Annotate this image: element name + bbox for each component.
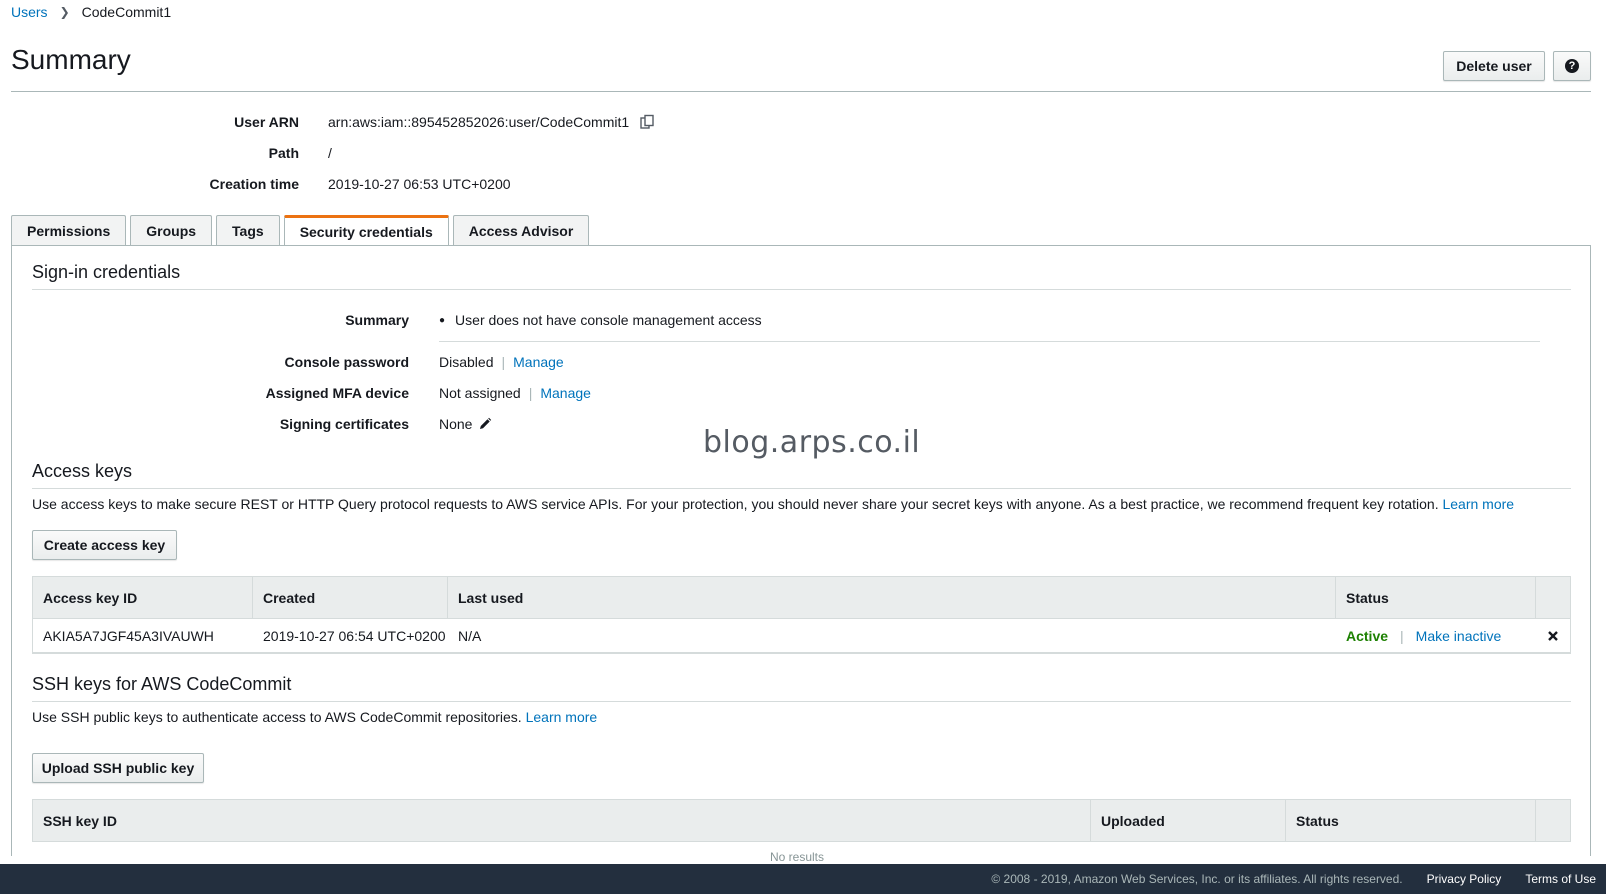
access-keys-divider bbox=[32, 488, 1571, 489]
signing-certificates-value: None bbox=[439, 416, 473, 432]
separator: | bbox=[528, 385, 533, 401]
column-header-created[interactable]: Created bbox=[253, 577, 448, 618]
created-value: 2019-10-27 06:53 UTC+0200 bbox=[328, 176, 511, 192]
title-divider bbox=[11, 91, 1591, 92]
privacy-policy-link[interactable]: Privacy Policy bbox=[1427, 872, 1502, 886]
arn-label: User ARN bbox=[234, 114, 299, 130]
upload-ssh-public-key-button[interactable]: Upload SSH public key bbox=[32, 753, 204, 783]
separator: | bbox=[1400, 627, 1404, 644]
copy-icon[interactable] bbox=[639, 114, 655, 130]
access-key-status-cell: Active | Make inactive bbox=[1336, 619, 1536, 652]
column-header-ssh-actions bbox=[1536, 800, 1570, 841]
arn-value-group: arn:aws:iam::895452852026:user/CodeCommi… bbox=[328, 114, 655, 130]
mfa-value-group: Not assigned | Manage bbox=[439, 385, 591, 401]
column-header-uploaded[interactable]: Uploaded bbox=[1091, 800, 1286, 841]
signin-section-title: Sign-in credentials bbox=[32, 262, 181, 282]
ssh-keys-table-header: SSH key ID Uploaded Status bbox=[33, 800, 1570, 842]
column-header-status[interactable]: Status bbox=[1336, 577, 1536, 618]
create-access-key-button[interactable]: Create access key bbox=[32, 530, 177, 560]
tab-permissions[interactable]: Permissions bbox=[11, 215, 127, 246]
column-header-actions bbox=[1536, 577, 1570, 618]
ssh-keys-description: Use SSH public keys to authenticate acce… bbox=[32, 709, 522, 725]
mfa-manage-link[interactable]: Manage bbox=[540, 385, 591, 401]
footer-copyright: © 2008 - 2019, Amazon Web Services, Inc.… bbox=[991, 872, 1403, 886]
access-keys-section-title: Access keys bbox=[32, 461, 133, 481]
access-keys-learn-more-link[interactable]: Learn more bbox=[1442, 496, 1514, 512]
access-key-last-used-cell: N/A bbox=[458, 627, 482, 644]
summary-value-group: ● User does not have console management … bbox=[439, 312, 762, 328]
signing-certificates-value-group: None bbox=[439, 416, 492, 432]
summary-value: User does not have console management ac… bbox=[455, 312, 762, 328]
help-icon: ? bbox=[1565, 59, 1579, 73]
ssh-keys-table: SSH key ID Uploaded Status bbox=[32, 799, 1571, 842]
arn-value: arn:aws:iam::895452852026:user/CodeCommi… bbox=[328, 114, 630, 130]
tab-bar: Permissions Groups Tags Security credent… bbox=[11, 215, 590, 246]
separator: | bbox=[501, 354, 506, 370]
help-button[interactable]: ? bbox=[1553, 51, 1591, 81]
path-label: Path bbox=[268, 145, 299, 161]
column-header-ssh-status[interactable]: Status bbox=[1286, 800, 1536, 841]
column-header-last-used[interactable]: Last used bbox=[448, 577, 1336, 618]
mfa-label: Assigned MFA device bbox=[265, 385, 409, 401]
summary-divider bbox=[439, 341, 1540, 342]
pencil-icon[interactable] bbox=[478, 417, 492, 431]
access-keys-description: Use access keys to make secure REST or H… bbox=[32, 496, 1439, 512]
watermark-text: blog.arps.co.il bbox=[703, 425, 921, 460]
footer: © 2008 - 2019, Amazon Web Services, Inc.… bbox=[0, 864, 1606, 894]
path-value: / bbox=[328, 145, 332, 161]
breadcrumb-current: CodeCommit1 bbox=[81, 4, 172, 20]
access-keys-table: Access key ID Created Last used Status A… bbox=[32, 576, 1571, 654]
status-badge: Active bbox=[1346, 627, 1389, 644]
terms-of-use-link[interactable]: Terms of Use bbox=[1525, 872, 1596, 886]
chevron-right-icon: ❯ bbox=[59, 5, 70, 19]
bullet-icon: ● bbox=[439, 314, 446, 326]
table-row: AKIA5A7JGF45A3IVAUWH 2019-10-27 06:54 UT… bbox=[33, 619, 1570, 653]
tab-tags[interactable]: Tags bbox=[216, 215, 280, 246]
access-key-created-cell: 2019-10-27 06:54 UTC+0200 bbox=[263, 627, 446, 644]
console-password-value-group: Disabled | Manage bbox=[439, 354, 564, 370]
created-label: Creation time bbox=[209, 176, 299, 192]
summary-label: Summary bbox=[345, 312, 409, 328]
signin-divider bbox=[32, 289, 1571, 290]
breadcrumb: Users ❯ CodeCommit1 bbox=[11, 4, 171, 20]
console-password-manage-link[interactable]: Manage bbox=[513, 354, 564, 370]
access-keys-description-group: Use access keys to make secure REST or H… bbox=[32, 496, 1514, 512]
access-keys-table-header: Access key ID Created Last used Status bbox=[33, 577, 1570, 619]
ssh-keys-divider bbox=[32, 701, 1571, 702]
console-password-value: Disabled bbox=[439, 354, 494, 370]
mfa-value: Not assigned bbox=[439, 385, 521, 401]
console-password-label: Console password bbox=[284, 354, 409, 370]
column-header-access-key-id[interactable]: Access key ID bbox=[33, 577, 253, 618]
close-icon[interactable] bbox=[1547, 630, 1559, 642]
breadcrumb-users-link[interactable]: Users bbox=[11, 4, 48, 20]
column-header-ssh-key-id[interactable]: SSH key ID bbox=[33, 800, 1091, 841]
delete-user-button[interactable]: Delete user bbox=[1443, 51, 1545, 81]
ssh-keys-description-group: Use SSH public keys to authenticate acce… bbox=[32, 709, 597, 725]
page-title: Summary bbox=[11, 44, 131, 75]
signing-certificates-label: Signing certificates bbox=[279, 416, 409, 432]
tab-panel bbox=[11, 245, 1591, 856]
tab-security-credentials[interactable]: Security credentials bbox=[283, 215, 449, 246]
ssh-keys-empty-message: No results bbox=[770, 850, 825, 864]
ssh-keys-section-title: SSH keys for AWS CodeCommit bbox=[32, 674, 292, 694]
make-inactive-link[interactable]: Make inactive bbox=[1416, 628, 1502, 644]
tab-groups[interactable]: Groups bbox=[130, 215, 213, 246]
tab-access-advisor[interactable]: Access Advisor bbox=[452, 215, 590, 246]
delete-access-key-cell bbox=[1536, 619, 1570, 652]
ssh-keys-learn-more-link[interactable]: Learn more bbox=[526, 709, 598, 725]
access-key-id-cell: AKIA5A7JGF45A3IVAUWH bbox=[43, 627, 214, 644]
